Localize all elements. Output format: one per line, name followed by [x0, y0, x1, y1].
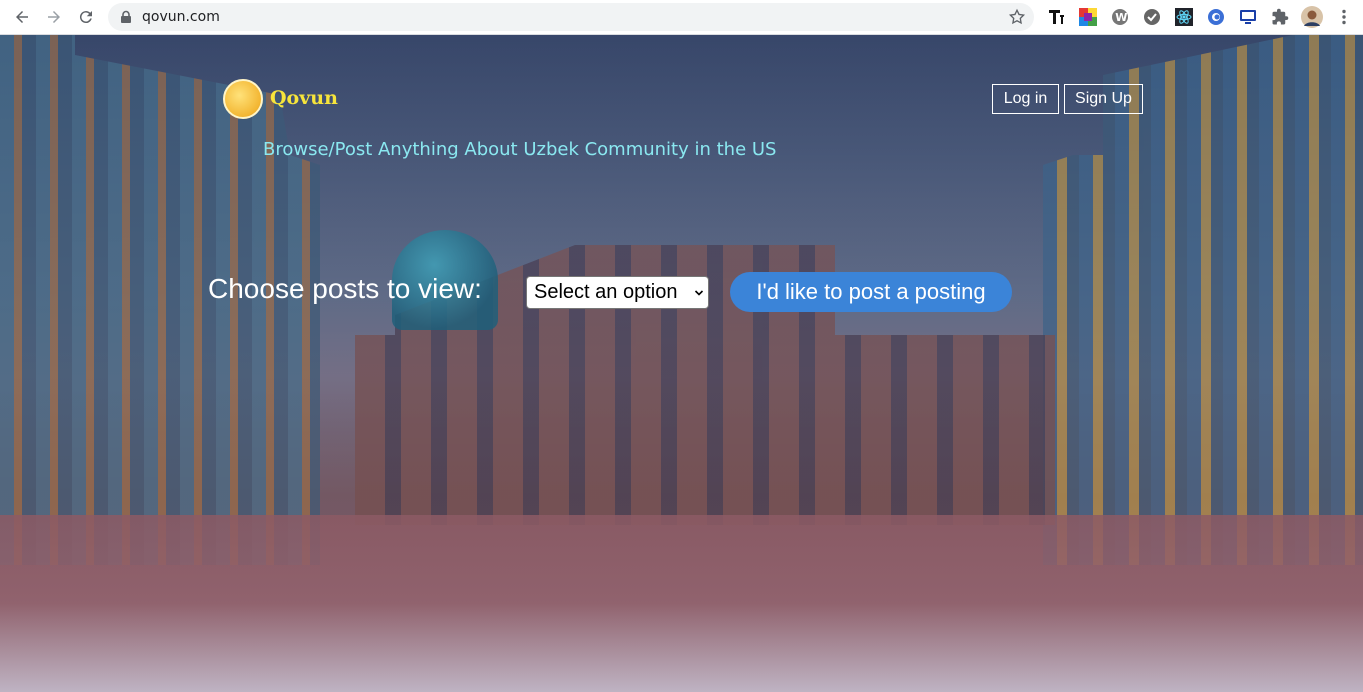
check-extension-icon[interactable]	[1141, 6, 1163, 28]
back-icon[interactable]	[10, 5, 34, 29]
site-logo[interactable]	[223, 79, 263, 119]
chevron-down-icon	[694, 290, 704, 296]
blue-extension-icon[interactable]	[1205, 6, 1227, 28]
text-extension-icon[interactable]	[1045, 6, 1067, 28]
lock-icon[interactable]	[119, 10, 133, 24]
star-icon[interactable]	[1008, 8, 1026, 26]
extensions-icon[interactable]	[1269, 6, 1291, 28]
page-content: Qovun Browse/Post Anything About Uzbek C…	[0, 35, 1363, 692]
signup-button[interactable]: Sign Up	[1064, 84, 1143, 114]
color-picker-extension-icon[interactable]	[1077, 6, 1099, 28]
screen-extension-icon[interactable]	[1237, 6, 1259, 28]
login-button[interactable]: Log in	[992, 84, 1059, 114]
post-a-posting-button[interactable]: I'd like to post a posting	[730, 272, 1012, 312]
wordpress-extension-icon[interactable]: W	[1109, 6, 1131, 28]
site-tagline: Browse/Post Anything About Uzbek Communi…	[263, 139, 777, 160]
browser-toolbar: qovun.com W	[0, 0, 1363, 35]
svg-text:W: W	[1115, 11, 1127, 24]
address-bar[interactable]: qovun.com	[108, 3, 1034, 31]
background-building-right	[1043, 35, 1363, 565]
menu-icon[interactable]	[1333, 6, 1355, 28]
url-text: qovun.com	[142, 9, 220, 25]
profile-avatar[interactable]	[1301, 6, 1323, 28]
select-value: Select an option	[534, 281, 678, 303]
site-brand[interactable]: Qovun	[270, 87, 338, 109]
reload-icon[interactable]	[74, 5, 98, 29]
choose-posts-label: Choose posts to view:	[208, 273, 482, 304]
forward-icon[interactable]	[42, 5, 66, 29]
react-devtools-icon[interactable]	[1173, 6, 1195, 28]
posts-category-select[interactable]: Select an option	[526, 276, 709, 309]
background-plaza	[0, 515, 1363, 692]
